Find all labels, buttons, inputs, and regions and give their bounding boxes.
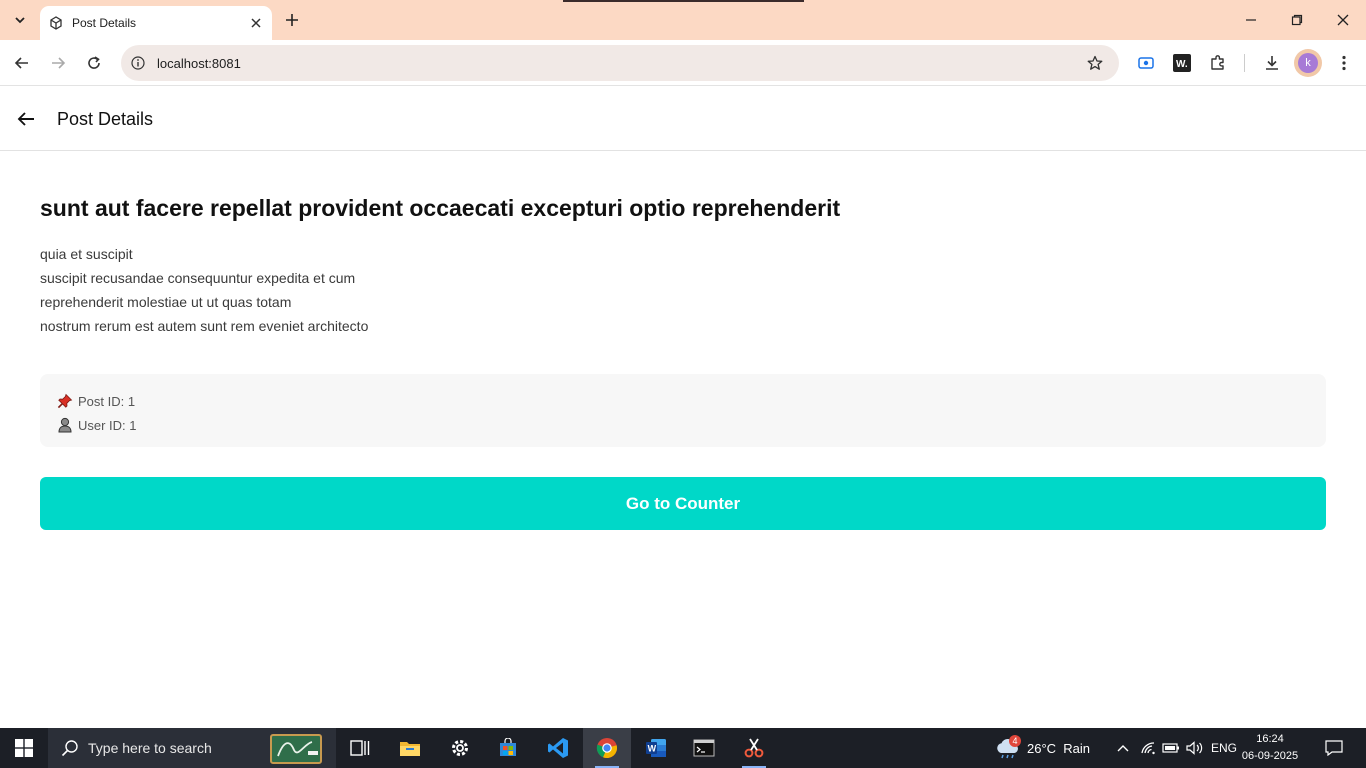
close-icon bbox=[1337, 14, 1349, 26]
svg-text:W: W bbox=[648, 744, 657, 754]
post-id-text: Post ID: 1 bbox=[78, 393, 136, 409]
screen-capture-extension-icon[interactable] bbox=[1134, 51, 1158, 75]
gear-icon bbox=[452, 740, 468, 756]
downloads-icon[interactable] bbox=[1260, 51, 1284, 75]
taskbar-clock[interactable]: 16:24 06-09-2025 bbox=[1240, 731, 1300, 765]
browser-menu-icon[interactable] bbox=[1332, 51, 1356, 75]
network-status[interactable] bbox=[1139, 728, 1157, 768]
extensions-puzzle-icon[interactable] bbox=[1206, 51, 1230, 75]
new-tab-button[interactable] bbox=[282, 10, 302, 30]
minimize-button[interactable] bbox=[1239, 8, 1263, 32]
address-bar[interactable]: localhost:8081 bbox=[121, 45, 1119, 81]
browser-tab-active[interactable]: Post Details bbox=[40, 6, 272, 40]
bookmark-star-icon[interactable] bbox=[1085, 53, 1105, 73]
word-app[interactable]: W bbox=[632, 728, 680, 768]
vscode-app[interactable] bbox=[534, 728, 582, 768]
task-view-button[interactable] bbox=[336, 728, 384, 768]
plus-icon bbox=[286, 14, 298, 26]
store-bag-icon bbox=[500, 738, 516, 756]
scissors-icon bbox=[744, 738, 764, 758]
chevron-up-icon bbox=[1117, 745, 1129, 752]
profile-initial: k bbox=[1298, 53, 1318, 73]
microsoft-store-app[interactable] bbox=[484, 728, 532, 768]
vscode-icon bbox=[548, 738, 568, 758]
search-highlight-chalkboard-icon[interactable] bbox=[270, 734, 322, 764]
post-meta-card: Post ID: 1 User ID: 1 bbox=[40, 374, 1326, 447]
close-window-button[interactable] bbox=[1331, 8, 1355, 32]
notification-center-button[interactable] bbox=[1322, 736, 1346, 760]
loading-indicator bbox=[563, 0, 804, 2]
user-silhouette-icon bbox=[56, 416, 74, 434]
post-body: quia et suscipit suscipit recusandae con… bbox=[40, 242, 368, 338]
weather-widget[interactable]: 4 26°C Rain bbox=[995, 728, 1090, 768]
restore-icon bbox=[1291, 14, 1303, 26]
settings-app[interactable] bbox=[436, 728, 484, 768]
app-back-button[interactable] bbox=[14, 107, 38, 131]
profile-avatar[interactable]: k bbox=[1294, 49, 1322, 77]
chrome-app[interactable] bbox=[583, 728, 631, 768]
terminal-icon bbox=[693, 739, 715, 757]
notification-speech-bubble-icon bbox=[1325, 740, 1343, 756]
tab-title: Post Details bbox=[72, 16, 137, 30]
windows-logo-icon bbox=[15, 739, 33, 757]
word-extension-icon[interactable]: W. bbox=[1170, 51, 1194, 75]
battery-charging-icon bbox=[1162, 743, 1179, 753]
clock-date: 06-09-2025 bbox=[1241, 750, 1299, 762]
arrow-right-icon bbox=[52, 57, 66, 69]
reload-icon bbox=[88, 56, 100, 69]
browser-toolbar: localhost:8081 W. k bbox=[0, 40, 1366, 86]
tab-favicon-icon bbox=[48, 15, 64, 31]
wifi-icon bbox=[1141, 742, 1155, 755]
chrome-icon bbox=[596, 738, 618, 759]
taskbar-search-box[interactable]: Type here to search bbox=[48, 728, 336, 768]
pushpin-icon bbox=[56, 392, 74, 410]
back-nav-button[interactable] bbox=[10, 51, 34, 75]
search-placeholder: Type here to search bbox=[88, 740, 212, 756]
input-language-indicator[interactable]: ENG bbox=[1211, 728, 1237, 768]
snipping-tool-app[interactable] bbox=[730, 728, 778, 768]
user-id-text: User ID: 1 bbox=[78, 417, 137, 433]
forward-nav-button[interactable] bbox=[46, 51, 70, 75]
site-info-icon[interactable] bbox=[129, 54, 147, 72]
toolbar-separator bbox=[1244, 54, 1245, 72]
arrow-left-icon bbox=[14, 57, 28, 69]
svg-text:W.: W. bbox=[1176, 59, 1188, 70]
restore-button[interactable] bbox=[1285, 8, 1309, 32]
reload-button[interactable] bbox=[82, 51, 106, 75]
volume-control[interactable] bbox=[1185, 728, 1205, 768]
clock-time: 16:24 bbox=[1256, 733, 1284, 745]
go-to-counter-button[interactable]: Go to Counter bbox=[40, 477, 1326, 530]
folder-icon bbox=[400, 742, 420, 756]
file-explorer-app[interactable] bbox=[386, 728, 434, 768]
post-body-line: nostrum rerum est autem sunt rem eveniet… bbox=[40, 318, 369, 334]
battery-status[interactable] bbox=[1161, 728, 1181, 768]
word-icon: W bbox=[646, 739, 666, 757]
start-button[interactable] bbox=[0, 728, 48, 768]
page-title: Post Details bbox=[57, 109, 154, 129]
tab-close-icon[interactable] bbox=[248, 15, 264, 31]
post-id-row: Post ID: 1 bbox=[56, 389, 1310, 413]
user-id-row: User ID: 1 bbox=[56, 413, 1310, 437]
post-body-line: suscipit recusandae consequuntur expedit… bbox=[40, 270, 356, 286]
post-body-line: reprehenderit molestiae ut ut quas totam bbox=[40, 294, 292, 310]
post-title: sunt aut facere repellat provident occae… bbox=[40, 195, 841, 221]
speaker-icon bbox=[1186, 741, 1203, 755]
arrow-back-icon bbox=[17, 112, 34, 126]
show-hidden-icons-button[interactable] bbox=[1114, 728, 1132, 768]
windows-taskbar: Type here to search W 4 26°C Rain ENG 16… bbox=[0, 728, 1366, 768]
weather-alert-badge: 4 bbox=[1009, 735, 1021, 747]
search-icon bbox=[60, 738, 80, 758]
app-header: Post Details bbox=[0, 87, 1366, 151]
minimize-icon bbox=[1246, 19, 1256, 21]
terminal-app[interactable] bbox=[680, 728, 728, 768]
weather-text: 26°C Rain bbox=[1027, 740, 1091, 756]
post-body-line: quia et suscipit bbox=[40, 246, 133, 262]
chevron-down-icon bbox=[15, 17, 25, 24]
weather-rain-icon: 4 bbox=[995, 735, 1021, 759]
tab-search-button[interactable] bbox=[8, 8, 32, 32]
browser-tabstrip: Post Details bbox=[0, 0, 1366, 40]
url-text[interactable]: localhost:8081 bbox=[157, 56, 1085, 71]
task-view-icon bbox=[350, 740, 370, 756]
